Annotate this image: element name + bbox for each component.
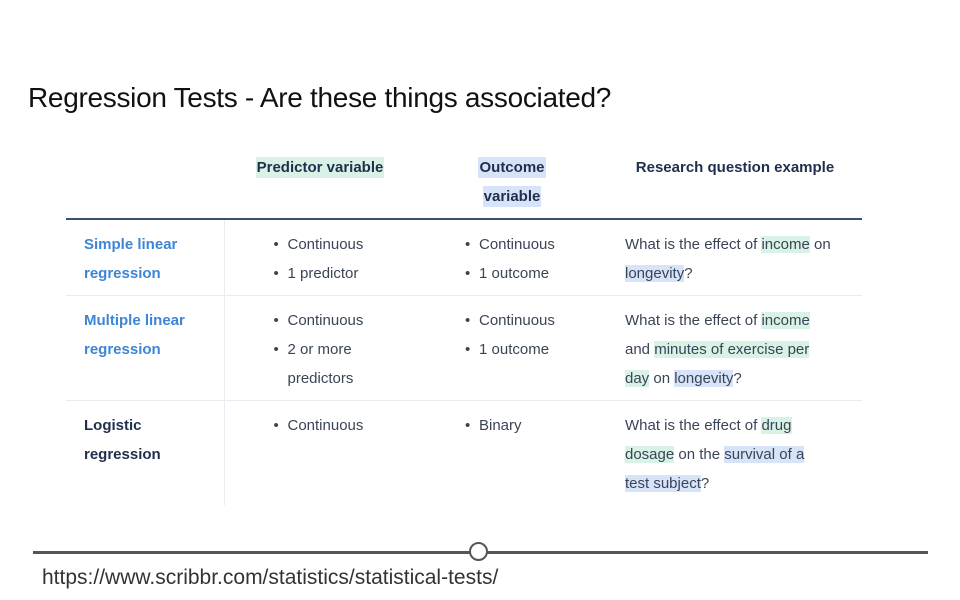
- outcome-cell: Continuous 1 outcome: [416, 295, 608, 401]
- row-label-line1: Logistic: [84, 417, 142, 434]
- row-label-line1: Simple linear: [84, 236, 178, 253]
- research-question-cell: What is the effect of drug dosage on the…: [608, 401, 862, 506]
- list-item: Continuous: [272, 411, 417, 440]
- question-text: What is the effect of: [625, 312, 762, 329]
- row-label-line2: regression: [84, 341, 161, 358]
- regression-table-image: Predictor variable Outcome variable Resea…: [66, 150, 862, 505]
- list-item: 1 outcome: [463, 259, 608, 288]
- table-row: Simple linear regression Continuous 1 pr…: [66, 219, 862, 296]
- table-row: Multiple linear regression Continuous 2 …: [66, 295, 862, 401]
- row-label-multiple-linear: Multiple linear regression: [66, 295, 225, 401]
- row-label-line2: regression: [84, 446, 161, 463]
- header-outcome: Outcome variable: [416, 150, 608, 220]
- question-text: ?: [700, 475, 710, 492]
- header-research: Research question example: [608, 150, 862, 220]
- predictor-cell: Continuous 1 predictor: [224, 219, 416, 296]
- row-label-simple-linear: Simple linear regression: [66, 219, 225, 296]
- list-item: Continuous: [272, 230, 417, 259]
- timeline-knob[interactable]: [469, 542, 488, 561]
- question-text: on the: [674, 446, 725, 463]
- table-row: Logistic regression Continuous Binary Wh…: [66, 400, 862, 506]
- question-text: ?: [684, 265, 693, 282]
- list-item: Continuous: [463, 230, 608, 259]
- list-item: 2 or more predictors: [272, 335, 417, 393]
- question-text: What is the effect of: [625, 236, 762, 253]
- question-text: and: [625, 341, 655, 358]
- list-item-line: predictors: [287, 370, 354, 387]
- list-item: Continuous: [463, 306, 608, 335]
- outcome-highlight: longevity: [674, 370, 734, 387]
- list-item: 1 predictor: [272, 259, 417, 288]
- question-text: ?: [733, 370, 742, 387]
- question-text: on: [809, 236, 831, 253]
- list-item: 1 outcome: [463, 335, 608, 364]
- row-label-line1: Multiple linear: [84, 312, 185, 329]
- list-item: Continuous: [272, 306, 417, 335]
- predictor-cell: Continuous 2 or more predictors: [224, 295, 417, 401]
- regression-table: Predictor variable Outcome variable Resea…: [66, 150, 862, 505]
- question-text: on: [649, 370, 675, 387]
- table-header-row: Predictor variable Outcome variable Resea…: [66, 150, 862, 220]
- list-item-line: 2 or more: [287, 341, 352, 358]
- outcome-highlight: longevity: [625, 265, 685, 282]
- row-label-line2: regression: [84, 265, 161, 282]
- header-empty: [66, 150, 224, 220]
- header-predictor: Predictor variable: [224, 150, 416, 220]
- predictor-highlight: income: [761, 312, 810, 329]
- outcome-cell: Continuous 1 outcome: [416, 219, 608, 296]
- research-question-cell: What is the effect of income on longevit…: [608, 219, 862, 296]
- source-url[interactable]: https://www.scribbr.com/statistics/stati…: [42, 566, 498, 590]
- predictor-cell: Continuous: [224, 401, 416, 506]
- header-predictor-label: Predictor variable: [255, 157, 385, 178]
- predictor-highlight: income: [761, 236, 810, 253]
- header-outcome-line1: Outcome: [478, 157, 546, 178]
- row-label-logistic: Logistic regression: [66, 400, 225, 505]
- list-item: Binary: [463, 411, 608, 440]
- question-text: What is the effect of: [625, 417, 762, 434]
- header-outcome-line2: variable: [482, 186, 542, 207]
- outcome-cell: Binary: [416, 401, 608, 506]
- slide-title: Regression Tests - Are these things asso…: [28, 82, 612, 113]
- research-question-cell: What is the effect of income and minutes…: [608, 295, 862, 401]
